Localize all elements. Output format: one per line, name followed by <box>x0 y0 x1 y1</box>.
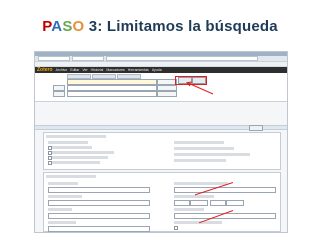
browser-tab[interactable] <box>38 56 70 61</box>
option-label <box>174 159 226 162</box>
reset-button[interactable] <box>249 125 263 131</box>
arrow-icon <box>185 81 214 95</box>
text-field[interactable] <box>48 213 150 219</box>
text-field[interactable] <box>48 187 150 193</box>
text-field[interactable] <box>48 200 150 206</box>
option-label <box>52 146 92 149</box>
title-letter-s: S <box>62 18 73 35</box>
field-label <box>48 208 72 211</box>
option-label <box>174 141 224 144</box>
text-field[interactable] <box>174 187 276 193</box>
checkbox[interactable] <box>174 226 178 230</box>
screenshot-frame: Zotero Archivo Editar Ver Historial Marc… <box>34 51 288 233</box>
title-rest: 3: Limitamos la búsqueda <box>84 18 278 35</box>
option-label <box>174 153 250 156</box>
refine-heading <box>46 175 96 178</box>
date-to-month[interactable] <box>226 200 244 206</box>
field-label <box>48 182 78 185</box>
field-label <box>48 195 82 198</box>
field-label <box>174 208 204 211</box>
refine-panel <box>43 172 281 232</box>
search-field-3-select[interactable] <box>157 91 177 97</box>
boolean-select-3[interactable] <box>53 91 65 97</box>
title-letter-p: P <box>42 18 52 35</box>
search-panel <box>35 73 287 102</box>
address-bar[interactable] <box>106 56 258 61</box>
date-from-day[interactable] <box>174 200 190 206</box>
option-label <box>48 141 88 144</box>
slide-title: PASO 3: Limitamos la búsqueda <box>0 18 320 35</box>
limits-heading <box>46 135 106 138</box>
search-field-3[interactable] <box>67 91 157 97</box>
date-from-month[interactable] <box>190 200 208 206</box>
date-to-day[interactable] <box>210 200 226 206</box>
option-label <box>52 151 114 154</box>
text-field[interactable] <box>48 226 150 232</box>
field-label <box>174 195 214 198</box>
browser-tab[interactable] <box>72 56 104 61</box>
option-label <box>52 161 100 164</box>
title-letter-o: O <box>72 18 85 35</box>
field-label <box>48 221 76 224</box>
option-label <box>174 147 234 150</box>
limits-panel <box>43 132 281 170</box>
field-label <box>174 182 228 185</box>
title-letter-a: A <box>51 18 63 35</box>
option-label <box>52 156 108 159</box>
